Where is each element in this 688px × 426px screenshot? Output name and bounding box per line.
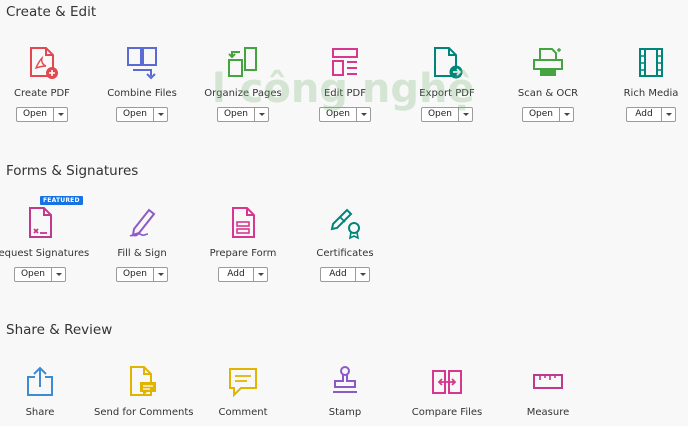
add-button[interactable]: Add (627, 108, 661, 121)
tool-label: Share (25, 407, 55, 418)
organize-pages-icon (228, 47, 257, 77)
tool-organize-pages[interactable]: Organize Pages Open (195, 46, 291, 122)
add-split-button[interactable]: Add (320, 267, 370, 282)
tool-certificates[interactable]: Certificates Add (297, 206, 393, 282)
tool-export-pdf[interactable]: Export PDF Open (399, 46, 495, 122)
tool-label: Stamp (328, 407, 362, 418)
tool-label: Send for Comments (94, 407, 194, 418)
edit-pdf-icon (332, 48, 358, 76)
chevron-down-icon[interactable] (53, 108, 67, 121)
request-signatures-icon (29, 207, 52, 238)
open-split-button[interactable]: Open (318, 107, 372, 122)
open-split-button[interactable]: Open (15, 107, 69, 122)
section-title-create-edit: Create & Edit (6, 4, 97, 20)
prepare-form-icon (232, 207, 255, 238)
open-button[interactable]: Open (117, 268, 153, 281)
comment-icon (229, 368, 257, 398)
tool-create-pdf[interactable]: Create PDF Open (0, 46, 90, 122)
tool-stamp[interactable]: Stamp (297, 365, 393, 418)
tool-label: Measure (526, 407, 570, 418)
add-split-button[interactable]: Add (218, 267, 268, 282)
tool-prepare-form[interactable]: Prepare Form Add (195, 206, 291, 282)
open-button[interactable]: Open (320, 108, 356, 121)
chevron-down-icon[interactable] (51, 268, 65, 281)
rich-media-icon (639, 48, 663, 77)
tool-label: Compare Files (411, 407, 483, 418)
tool-label: Prepare Form (209, 248, 277, 259)
chevron-down-icon[interactable] (153, 268, 167, 281)
tool-label: Certificates (316, 248, 374, 259)
chevron-down-icon[interactable] (254, 108, 268, 121)
tool-share[interactable]: Share (0, 365, 88, 418)
open-split-button[interactable]: Open (420, 107, 474, 122)
section-title-share-review: Share & Review (6, 322, 113, 338)
tool-rich-media[interactable]: Rich Media Add (603, 46, 688, 122)
stamp-icon (333, 366, 357, 393)
tool-label: Combine Files (107, 88, 177, 99)
chevron-down-icon[interactable] (458, 108, 472, 121)
fill-sign-icon (129, 208, 156, 237)
add-button[interactable]: Add (219, 268, 253, 281)
tool-label: Comment (218, 407, 268, 418)
compare-files-icon (432, 370, 462, 394)
tool-label: Fill & Sign (117, 248, 167, 259)
open-button[interactable]: Open (218, 108, 254, 121)
tool-compare-files[interactable]: Compare Files (399, 365, 495, 418)
open-split-button[interactable]: Open (521, 107, 575, 122)
tool-label: Request Signatures (0, 248, 90, 259)
tool-label: Edit PDF (323, 88, 367, 99)
tool-measure[interactable]: Measure (500, 365, 596, 418)
open-split-button[interactable]: Open (115, 267, 169, 282)
chevron-down-icon[interactable] (153, 108, 167, 121)
certificates-icon (330, 208, 360, 240)
add-split-button[interactable]: Add (626, 107, 676, 122)
featured-badge: FEATURED (40, 196, 83, 205)
tool-label: Scan & OCR (517, 88, 579, 99)
scan-ocr-icon (533, 48, 563, 76)
open-button[interactable]: Open (17, 108, 53, 121)
tool-comment[interactable]: Comment (195, 365, 291, 418)
tool-label: Create PDF (14, 88, 70, 99)
tool-label: Export PDF (419, 88, 475, 99)
open-split-button[interactable]: Open (115, 107, 169, 122)
open-button[interactable]: Open (15, 268, 51, 281)
chevron-down-icon[interactable] (355, 268, 369, 281)
tool-combine-files[interactable]: Combine Files Open (94, 46, 190, 122)
open-button[interactable]: Open (117, 108, 153, 121)
open-split-button[interactable]: Open (13, 267, 67, 282)
chevron-down-icon[interactable] (559, 108, 573, 121)
export-pdf-icon (434, 47, 463, 79)
tool-edit-pdf[interactable]: Edit PDF Open (297, 46, 393, 122)
tool-request-signatures[interactable]: Request Signatures Open (0, 206, 90, 282)
share-icon (27, 366, 53, 396)
send-for-comments-icon (130, 366, 156, 396)
tool-fill-sign[interactable]: Fill & Sign Open (94, 206, 190, 282)
chevron-down-icon[interactable] (356, 108, 370, 121)
chevron-down-icon[interactable] (661, 108, 675, 121)
create-pdf-icon (30, 47, 58, 79)
tool-send-for-comments[interactable]: Send for Comments (94, 365, 194, 418)
tool-scan-ocr[interactable]: Scan & OCR Open (500, 46, 596, 122)
add-button[interactable]: Add (321, 268, 355, 281)
combine-files-icon (127, 47, 157, 80)
tool-label: Rich Media (623, 88, 679, 99)
section-title-forms-signatures: Forms & Signatures (6, 163, 139, 179)
open-split-button[interactable]: Open (216, 107, 270, 122)
chevron-down-icon[interactable] (253, 268, 267, 281)
open-button[interactable]: Open (422, 108, 458, 121)
tool-label: Organize Pages (204, 88, 282, 99)
measure-icon (533, 374, 563, 389)
open-button[interactable]: Open (523, 108, 559, 121)
